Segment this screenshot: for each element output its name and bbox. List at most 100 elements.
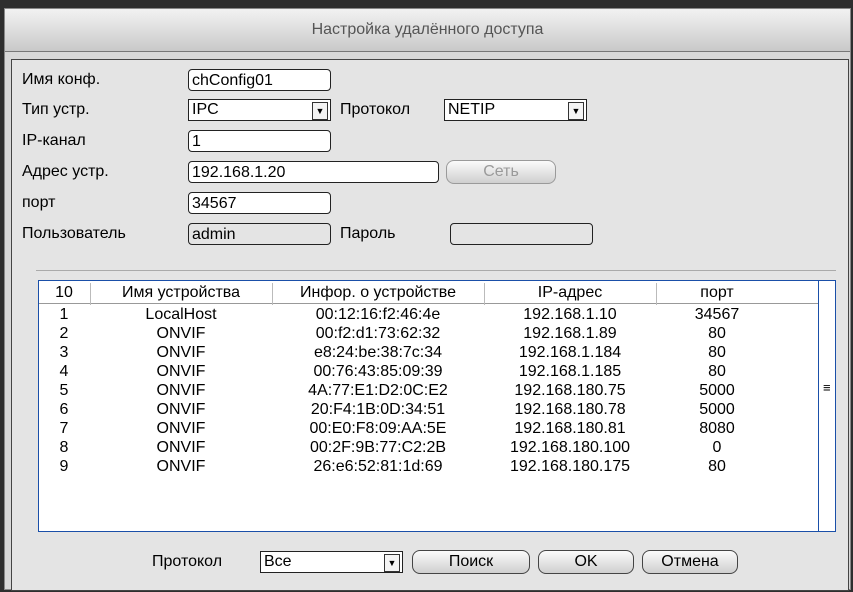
- table-row[interactable]: 1 LocalHost 00:12:16:f2:46:4e 192.168.1.10 3…: [39, 305, 819, 324]
- table-row[interactable]: 7 ONVIF 00:E0:F8:09:AA:5E 192.168.180.81 808…: [39, 419, 819, 438]
- config-name-input[interactable]: chConfig01: [188, 69, 331, 91]
- row-device-info: 00:E0:F8:09:AA:5E: [309, 420, 447, 437]
- row-device-info: 00:f2:d1:73:62:32: [315, 325, 441, 342]
- row-ip-address: 192.168.180.75: [514, 382, 626, 399]
- row-ip-address: 192.168.180.78: [514, 401, 626, 418]
- row-index: 2: [59, 325, 69, 342]
- chevron-down-icon[interactable]: ▼: [384, 554, 400, 572]
- row-device-name: ONVIF: [156, 325, 206, 342]
- row-index: 6: [59, 401, 69, 418]
- ok-button[interactable]: OK: [538, 550, 634, 574]
- scrollbar[interactable]: ≡: [818, 281, 835, 531]
- row-device-name: ONVIF: [156, 363, 206, 380]
- row-ip-address: 192.168.180.81: [514, 420, 626, 437]
- footer-protocol-label: Протокол: [152, 553, 223, 570]
- column-device-name[interactable]: Имя устройства: [91, 283, 271, 303]
- row-ip-address: 192.168.1.184: [518, 344, 622, 361]
- row-index: 9: [59, 458, 69, 475]
- config-name-label: Имя конф.: [22, 71, 101, 88]
- device-address-input[interactable]: 192.168.1.20: [188, 161, 439, 183]
- device-list[interactable]: 10 Имя устройства Инфор. о устройстве IP…: [38, 280, 836, 532]
- table-row[interactable]: 6 ONVIF 20:F4:1B:0D:34:51 192.168.180.78 500…: [39, 400, 819, 419]
- row-port: 0: [712, 439, 722, 456]
- device-address-label: Адрес устр.: [22, 163, 109, 180]
- row-device-name: ONVIF: [156, 439, 206, 456]
- ip-channel-label: IP-канал: [22, 132, 86, 149]
- search-button[interactable]: Поиск: [412, 550, 530, 574]
- cancel-button[interactable]: Отмена: [642, 550, 738, 574]
- row-device-name: ONVIF: [156, 382, 206, 399]
- row-port: 80: [708, 458, 726, 475]
- row-port: 5000: [699, 401, 735, 418]
- dialog-title: Настройка удалённого доступа: [5, 9, 850, 52]
- column-divider: [90, 283, 91, 305]
- column-divider: [272, 283, 273, 305]
- user-input[interactable]: admin: [188, 223, 331, 245]
- row-device-info: 4A:77:E1:D2:0C:E2: [308, 382, 448, 399]
- column-ip-address[interactable]: IP-адрес: [485, 283, 655, 303]
- footer-protocol-select[interactable]: Все ▼: [260, 551, 403, 573]
- table-row[interactable]: 5 ONVIF 4A:77:E1:D2:0C:E2 192.168.180.75 500…: [39, 381, 819, 400]
- device-type-select[interactable]: IPC ▼: [188, 99, 331, 121]
- row-ip-address: 192.168.1.10: [523, 306, 617, 323]
- scroll-grip-icon[interactable]: ≡: [823, 381, 835, 395]
- port-label: порт: [22, 194, 56, 211]
- table-row[interactable]: 9 ONVIF 26:e6:52:81:1d:69 192.168.180.175 80: [39, 457, 819, 476]
- table-row[interactable]: 3 ONVIF e8:24:be:38:7c:34 192.168.1.184 80: [39, 343, 819, 362]
- port-input[interactable]: 34567: [188, 192, 331, 214]
- row-port: 80: [708, 344, 726, 361]
- column-device-info[interactable]: Инфор. о устройстве: [273, 283, 483, 303]
- row-device-info: 00:12:16:f2:46:4e: [315, 306, 441, 323]
- column-divider: [656, 283, 657, 305]
- network-button[interactable]: Сеть: [446, 160, 556, 184]
- row-index: 4: [59, 363, 69, 380]
- row-port: 8080: [699, 420, 735, 437]
- row-device-name: ONVIF: [156, 401, 206, 418]
- table-row[interactable]: 4 ONVIF 00:76:43:85:09:39 192.168.1.185 80: [39, 362, 819, 381]
- protocol-label: Протокол: [340, 101, 411, 118]
- device-type-label: Тип устр.: [22, 101, 90, 118]
- row-ip-address: 192.168.1.89: [523, 325, 617, 342]
- table-row[interactable]: 8 ONVIF 00:2F:9B:77:C2:2B 192.168.180.100 0: [39, 438, 819, 457]
- row-device-name: LocalHost: [145, 306, 217, 323]
- ip-channel-input[interactable]: 1: [188, 130, 331, 152]
- row-ip-address: 192.168.1.185: [518, 363, 622, 380]
- password-input[interactable]: [450, 223, 593, 245]
- row-device-info: 20:F4:1B:0D:34:51: [310, 401, 446, 418]
- chevron-down-icon[interactable]: ▼: [312, 102, 328, 120]
- row-device-name: ONVIF: [156, 458, 206, 475]
- row-ip-address: 192.168.180.175: [509, 458, 631, 475]
- column-divider: [484, 283, 485, 305]
- footer-protocol-value: Все: [264, 553, 292, 570]
- table-body: 1 LocalHost 00:12:16:f2:46:4e 192.168.1.10 3…: [39, 305, 819, 476]
- row-port: 5000: [699, 382, 735, 399]
- row-port: 80: [708, 325, 726, 342]
- row-device-name: ONVIF: [156, 420, 206, 437]
- table-header: 10 Имя устройства Инфор. о устройстве IP…: [39, 283, 819, 305]
- password-label: Пароль: [340, 225, 396, 242]
- row-index: 5: [59, 382, 69, 399]
- protocol-value: NETIP: [448, 101, 496, 118]
- row-port: 80: [708, 363, 726, 380]
- table-row[interactable]: 2 ONVIF 00:f2:d1:73:62:32 192.168.1.89 80: [39, 324, 819, 343]
- row-device-info: 00:2F:9B:77:C2:2B: [309, 439, 447, 456]
- row-port: 34567: [694, 306, 740, 323]
- row-index: 3: [59, 344, 69, 361]
- row-ip-address: 192.168.180.100: [509, 439, 631, 456]
- user-label: Пользователь: [22, 225, 126, 242]
- divider: [36, 270, 836, 271]
- remote-access-dialog: Настройка удалённого доступа Имя конф. c…: [4, 8, 851, 591]
- settings-panel: Имя конф. chConfig01 Тип устр. IPC ▼ Про…: [11, 59, 849, 591]
- row-device-info: e8:24:be:38:7c:34: [313, 344, 443, 361]
- device-type-value: IPC: [192, 101, 219, 118]
- protocol-select[interactable]: NETIP ▼: [444, 99, 587, 121]
- row-device-info: 26:e6:52:81:1d:69: [313, 458, 443, 475]
- row-index: 7: [59, 420, 69, 437]
- table-count: 10: [55, 284, 73, 301]
- chevron-down-icon[interactable]: ▼: [568, 102, 584, 120]
- row-index: 1: [59, 306, 69, 323]
- row-index: 8: [59, 439, 69, 456]
- row-device-name: ONVIF: [156, 344, 206, 361]
- row-device-info: 00:76:43:85:09:39: [313, 363, 443, 380]
- column-port[interactable]: порт: [657, 283, 777, 303]
